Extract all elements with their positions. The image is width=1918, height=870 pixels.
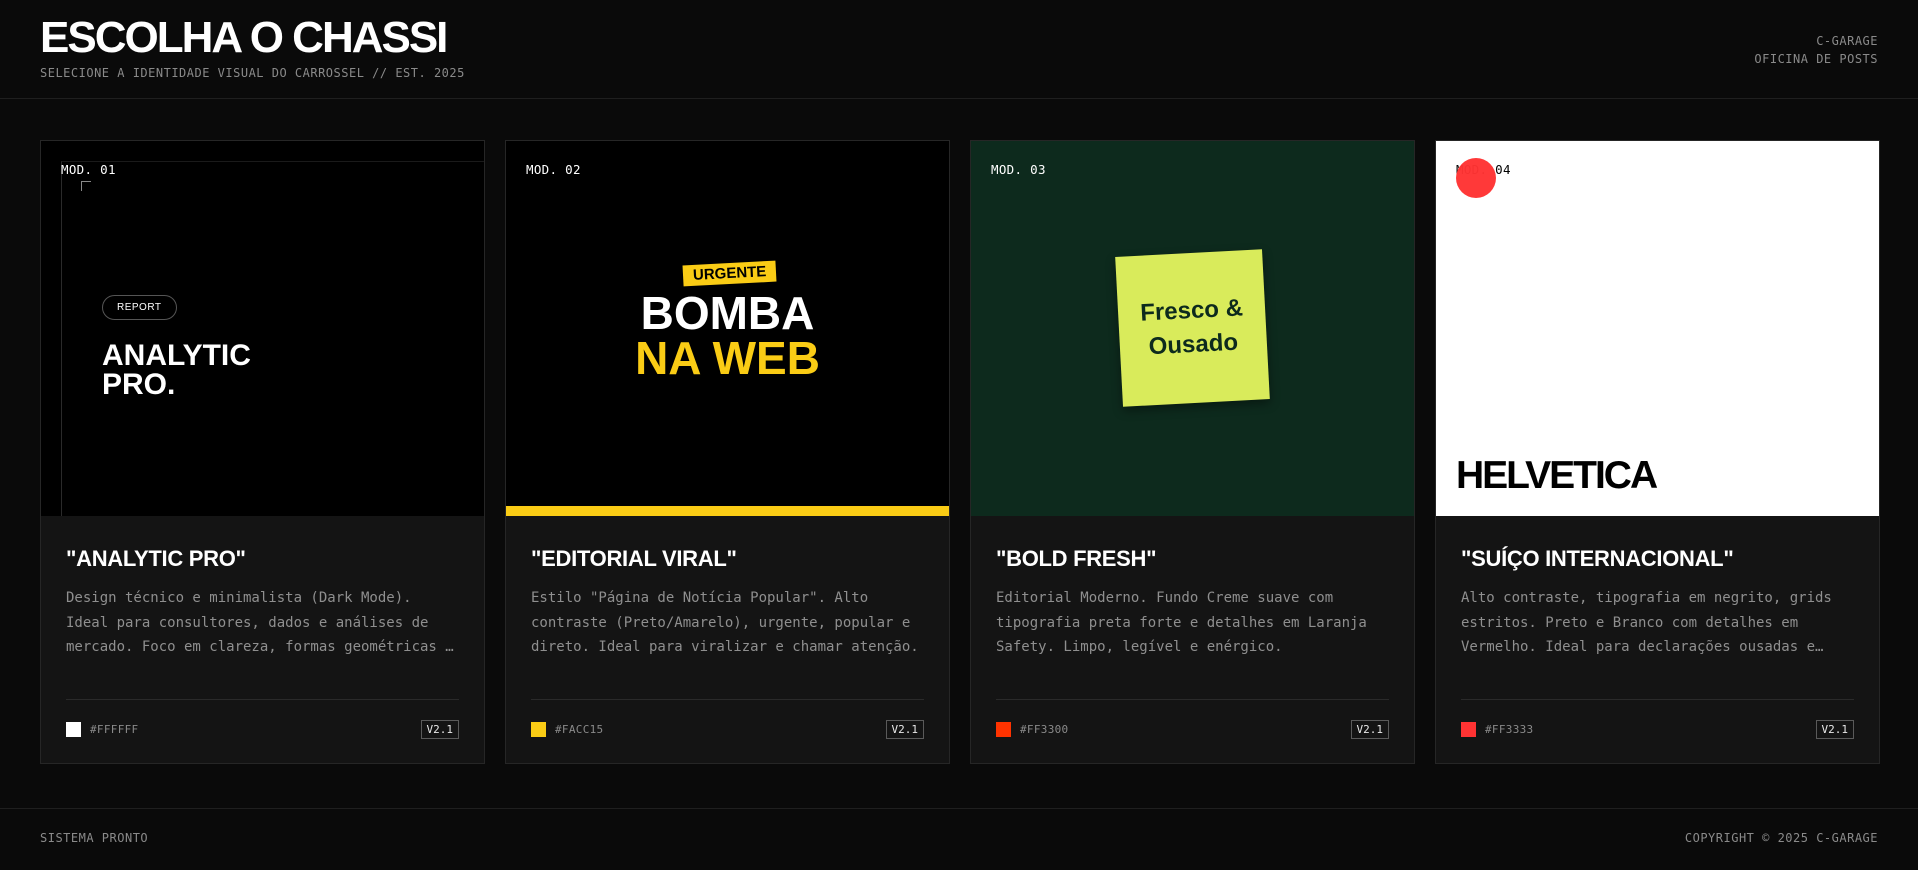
model-number: MOD. 03 bbox=[991, 162, 1046, 177]
copyright: COPYRIGHT © 2025 C-GARAGE bbox=[1684, 831, 1878, 845]
card-info: "BOLD FRESH" Editorial Moderno. Fundo Cr… bbox=[971, 516, 1414, 763]
template-preview: MOD. 02 URGENTE BOMBA NA WEB bbox=[506, 141, 949, 516]
template-card-bold-fresh[interactable]: MOD. 03 Fresco & Ousado "BOLD FRESH" Edi… bbox=[970, 140, 1415, 764]
color-swatch bbox=[1461, 722, 1476, 737]
version-badge: V2.1 bbox=[885, 720, 924, 739]
sticky-note-line2: Ousado bbox=[1148, 328, 1239, 361]
model-number: MOD. 02 bbox=[526, 162, 581, 177]
version-badge: V2.1 bbox=[1815, 720, 1854, 739]
card-title: "EDITORIAL VIRAL" bbox=[531, 546, 737, 571]
report-tag: REPORT bbox=[102, 295, 177, 320]
card-title: "ANALYTIC PRO" bbox=[66, 546, 246, 571]
template-card-analytic-pro[interactable]: MOD. 01 REPORT ANALYTIC PRO. "ANALYTIC P… bbox=[40, 140, 485, 764]
divider bbox=[66, 699, 459, 700]
template-preview: MOD. 04 HELVETICA bbox=[1436, 141, 1879, 516]
color-hex: #FACC15 bbox=[555, 723, 604, 736]
page-title: ESCOLHA O CHASSI bbox=[40, 13, 448, 62]
divider bbox=[531, 699, 924, 700]
color-swatch bbox=[66, 722, 81, 737]
accent-bar bbox=[506, 506, 949, 516]
page-footer: SISTEMA PRONTO COPYRIGHT © 2025 C-GARAGE bbox=[0, 808, 1918, 870]
preview-headline-line1: BOMBA bbox=[640, 287, 815, 339]
template-preview: MOD. 01 REPORT ANALYTIC PRO. bbox=[41, 141, 484, 516]
sticky-note: Fresco & Ousado bbox=[1115, 249, 1270, 407]
preview-headline-line2: PRO. bbox=[102, 368, 176, 401]
system-status: SISTEMA PRONTO bbox=[40, 831, 149, 845]
page-subtitle: SELECIONE A IDENTIDADE VISUAL DO CARROSS… bbox=[40, 66, 465, 80]
model-number: MOD. 01 bbox=[61, 162, 116, 177]
card-info: "ANALYTIC PRO" Design técnico e minimali… bbox=[41, 516, 484, 763]
card-description: Estilo "Página de Notícia Popular". Alto… bbox=[531, 590, 919, 655]
preview-headline: HELVETICA bbox=[1456, 454, 1658, 497]
color-hex: #FF3300 bbox=[1020, 723, 1069, 736]
color-swatch bbox=[996, 722, 1011, 737]
divider bbox=[996, 699, 1389, 700]
urgent-tag: URGENTE bbox=[682, 260, 777, 287]
card-description: Alto contraste, tipografia em negrito, g… bbox=[1461, 590, 1832, 655]
version-badge: V2.1 bbox=[420, 720, 459, 739]
template-preview: MOD. 03 Fresco & Ousado bbox=[971, 141, 1414, 516]
preview-headline-line2: NA WEB bbox=[635, 332, 820, 384]
template-card-suico-internacional[interactable]: MOD. 04 HELVETICA "SUÍÇO INTERNACIONAL" … bbox=[1435, 140, 1880, 764]
color-hex: #FFFFFF bbox=[90, 723, 139, 736]
brand-tagline: OFICINA DE POSTS bbox=[1754, 52, 1878, 66]
card-info: "EDITORIAL VIRAL" Estilo "Página de Notí… bbox=[506, 516, 949, 763]
preview-headline: ANALYTIC PRO. bbox=[102, 339, 251, 401]
divider bbox=[1461, 699, 1854, 700]
card-title: "BOLD FRESH" bbox=[996, 546, 1157, 571]
color-hex: #FF3333 bbox=[1485, 723, 1534, 736]
brand-name: C-GARAGE bbox=[1816, 34, 1878, 48]
card-description: Editorial Moderno. Fundo Creme suave com… bbox=[996, 590, 1367, 655]
corner-mark-icon bbox=[81, 181, 91, 191]
red-circle-icon bbox=[1456, 158, 1496, 198]
card-description: Design técnico e minimalista (Dark Mode)… bbox=[66, 590, 454, 655]
sticky-note-line1: Fresco & bbox=[1139, 294, 1244, 327]
color-swatch bbox=[531, 722, 546, 737]
card-info: "SUÍÇO INTERNACIONAL" Alto contraste, ti… bbox=[1436, 516, 1879, 763]
template-card-editorial-viral[interactable]: MOD. 02 URGENTE BOMBA NA WEB "EDITORIAL … bbox=[505, 140, 950, 764]
brand-label: C-GARAGE OFICINA DE POSTS bbox=[1754, 32, 1878, 68]
page-header: ESCOLHA O CHASSI SELECIONE A IDENTIDADE … bbox=[0, 0, 1918, 99]
card-title: "SUÍÇO INTERNACIONAL" bbox=[1461, 546, 1734, 571]
version-badge: V2.1 bbox=[1350, 720, 1389, 739]
preview-headline-line1: ANALYTIC bbox=[102, 339, 251, 372]
